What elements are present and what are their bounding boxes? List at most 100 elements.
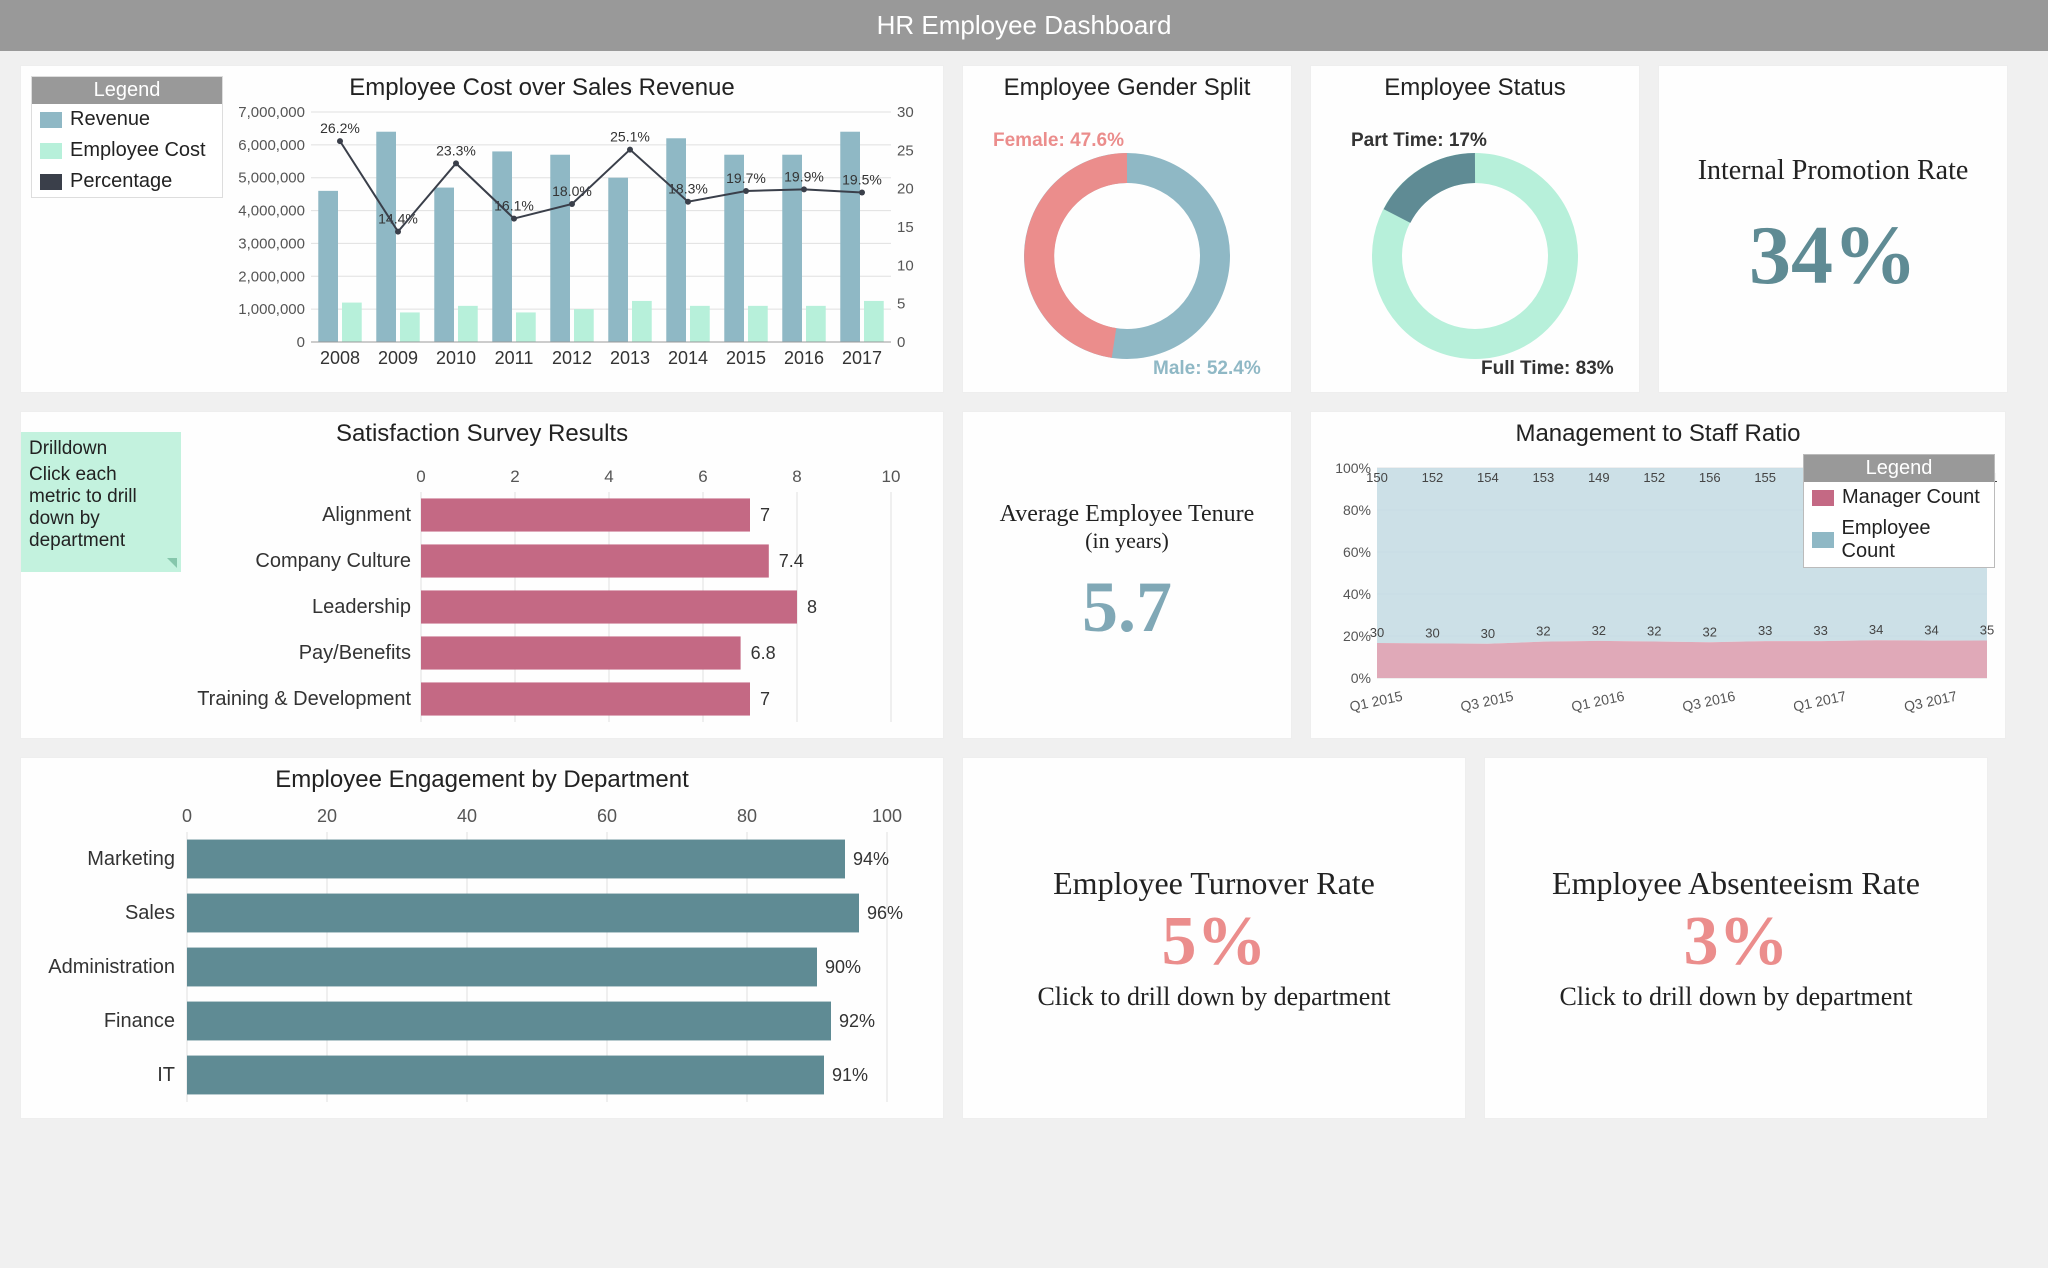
svg-text:0: 0 bbox=[297, 334, 305, 351]
svg-text:2009: 2009 bbox=[378, 348, 418, 368]
svg-text:Pay/Benefits: Pay/Benefits bbox=[299, 642, 411, 664]
svg-text:60%: 60% bbox=[1343, 544, 1371, 560]
svg-text:100: 100 bbox=[872, 806, 902, 826]
svg-text:7.4: 7.4 bbox=[779, 551, 804, 571]
svg-text:35: 35 bbox=[1980, 623, 1994, 638]
absent-title: Employee Absenteeism Rate bbox=[1552, 865, 1920, 902]
svg-text:154: 154 bbox=[1477, 470, 1499, 485]
svg-text:2,000,000: 2,000,000 bbox=[238, 268, 305, 285]
svg-text:2017: 2017 bbox=[842, 348, 882, 368]
svg-text:Training & Development: Training & Development bbox=[197, 688, 411, 710]
promo-value: 34% bbox=[1749, 207, 1917, 304]
svg-text:155: 155 bbox=[1754, 470, 1776, 485]
svg-text:90%: 90% bbox=[825, 957, 861, 977]
engagement-chart[interactable]: 020406080100Marketing94%Sales96%Administ… bbox=[27, 802, 937, 1112]
card-tenure: Average Employee Tenure (in years) 5.7 bbox=[962, 411, 1292, 739]
svg-text:Alignment: Alignment bbox=[322, 504, 411, 526]
ft-label: Full Time: 83% bbox=[1481, 358, 1614, 379]
svg-text:152: 152 bbox=[1422, 470, 1444, 485]
svg-text:Finance: Finance bbox=[104, 1010, 175, 1032]
svg-text:2014: 2014 bbox=[668, 348, 708, 368]
svg-text:7: 7 bbox=[760, 505, 770, 525]
card-ratio: Management to Staff Ratio 0%20%40%60%80%… bbox=[1310, 411, 2006, 739]
svg-text:6: 6 bbox=[698, 467, 707, 486]
svg-text:33: 33 bbox=[1758, 623, 1772, 638]
svg-text:Q3 2015: Q3 2015 bbox=[1459, 688, 1515, 715]
survey-chart[interactable]: 0246810Alignment7Company Culture7.4Leade… bbox=[191, 462, 931, 732]
svg-text:2011: 2011 bbox=[495, 348, 534, 368]
svg-text:23.3%: 23.3% bbox=[436, 142, 476, 158]
svg-text:32: 32 bbox=[1702, 624, 1716, 639]
legend-item-revenue: Revenue bbox=[32, 104, 222, 135]
svg-text:8: 8 bbox=[807, 597, 817, 617]
svg-text:10: 10 bbox=[882, 467, 901, 486]
card-cost-revenue: Legend Revenue Employee Cost Percentage … bbox=[20, 65, 944, 393]
svg-text:60: 60 bbox=[597, 806, 617, 826]
legend-title: Legend bbox=[32, 77, 222, 104]
svg-text:6,000,000: 6,000,000 bbox=[238, 137, 305, 154]
legend-item-pct: Percentage bbox=[32, 166, 222, 197]
tenure-subtitle: (in years) bbox=[1085, 528, 1169, 554]
engagement-title: Employee Engagement by Department bbox=[21, 758, 943, 798]
svg-text:0: 0 bbox=[416, 467, 425, 486]
svg-text:32: 32 bbox=[1647, 623, 1661, 638]
svg-text:8: 8 bbox=[792, 467, 801, 486]
absent-value: 3% bbox=[1684, 902, 1789, 982]
card-absent[interactable]: Employee Absenteeism Rate 3% Click to dr… bbox=[1484, 757, 1988, 1119]
gender-donut[interactable]: Female: 47.6% Male: 52.4% bbox=[963, 106, 1291, 386]
card-turnover[interactable]: Employee Turnover Rate 5% Click to drill… bbox=[962, 757, 1466, 1119]
card-survey: Drilldown Click each metric to drill dow… bbox=[20, 411, 944, 739]
svg-text:IT: IT bbox=[157, 1064, 175, 1086]
svg-text:80%: 80% bbox=[1343, 502, 1371, 518]
svg-text:0%: 0% bbox=[1351, 670, 1371, 686]
svg-text:20: 20 bbox=[317, 806, 337, 826]
svg-text:2010: 2010 bbox=[436, 348, 476, 368]
svg-text:Q3 2017: Q3 2017 bbox=[1903, 688, 1959, 715]
svg-text:91%: 91% bbox=[832, 1065, 868, 1085]
cost-chart[interactable]: 01,000,0002,000,0003,000,0004,000,0005,0… bbox=[231, 102, 931, 382]
svg-text:149: 149 bbox=[1588, 470, 1610, 485]
svg-text:2015: 2015 bbox=[726, 348, 766, 368]
svg-text:20%: 20% bbox=[1343, 628, 1371, 644]
female-label: Female: 47.6% bbox=[993, 130, 1124, 151]
pt-label: Part Time: 17% bbox=[1351, 130, 1487, 151]
svg-text:30: 30 bbox=[1481, 626, 1495, 641]
svg-text:19.5%: 19.5% bbox=[842, 172, 882, 188]
svg-text:2012: 2012 bbox=[552, 348, 592, 368]
gender-title: Employee Gender Split bbox=[963, 66, 1291, 106]
svg-text:Q1 2017: Q1 2017 bbox=[1792, 688, 1848, 715]
svg-text:156: 156 bbox=[1699, 470, 1721, 485]
svg-text:19.9%: 19.9% bbox=[784, 168, 824, 184]
svg-text:Marketing: Marketing bbox=[87, 848, 175, 870]
svg-text:Sales: Sales bbox=[125, 902, 175, 924]
svg-text:30: 30 bbox=[1425, 625, 1439, 640]
svg-text:40: 40 bbox=[457, 806, 477, 826]
svg-text:34: 34 bbox=[1924, 623, 1938, 638]
svg-text:32: 32 bbox=[1536, 624, 1550, 639]
svg-text:Q3 2016: Q3 2016 bbox=[1681, 688, 1737, 715]
drilldown-note[interactable]: Drilldown Click each metric to drill dow… bbox=[21, 432, 181, 572]
svg-text:153: 153 bbox=[1533, 470, 1555, 485]
svg-text:4,000,000: 4,000,000 bbox=[238, 203, 305, 220]
card-promotion: Internal Promotion Rate 34% bbox=[1658, 65, 2008, 393]
svg-text:150: 150 bbox=[1366, 470, 1388, 485]
svg-text:152: 152 bbox=[1643, 470, 1665, 485]
svg-text:2013: 2013 bbox=[610, 348, 650, 368]
svg-text:Leadership: Leadership bbox=[312, 596, 411, 618]
svg-text:6.8: 6.8 bbox=[751, 643, 776, 663]
svg-text:25.1%: 25.1% bbox=[610, 129, 650, 145]
turnover-title: Employee Turnover Rate bbox=[1053, 865, 1375, 902]
svg-text:32: 32 bbox=[1592, 623, 1606, 638]
svg-text:5,000,000: 5,000,000 bbox=[238, 170, 305, 187]
svg-text:Company Culture: Company Culture bbox=[255, 550, 411, 572]
svg-text:92%: 92% bbox=[839, 1011, 875, 1031]
svg-text:15: 15 bbox=[897, 219, 914, 236]
legend-main: Legend Revenue Employee Cost Percentage bbox=[31, 76, 223, 198]
card-status: Employee Status Part Time: 17% Full Time… bbox=[1310, 65, 1640, 393]
page-title: HR Employee Dashboard bbox=[0, 0, 2048, 51]
svg-text:94%: 94% bbox=[853, 849, 889, 869]
status-donut[interactable]: Part Time: 17% Full Time: 83% bbox=[1311, 106, 1639, 386]
card-engagement: Employee Engagement by Department 020406… bbox=[20, 757, 944, 1119]
svg-text:2: 2 bbox=[510, 467, 519, 486]
legend-item-cost: Employee Cost bbox=[32, 135, 222, 166]
